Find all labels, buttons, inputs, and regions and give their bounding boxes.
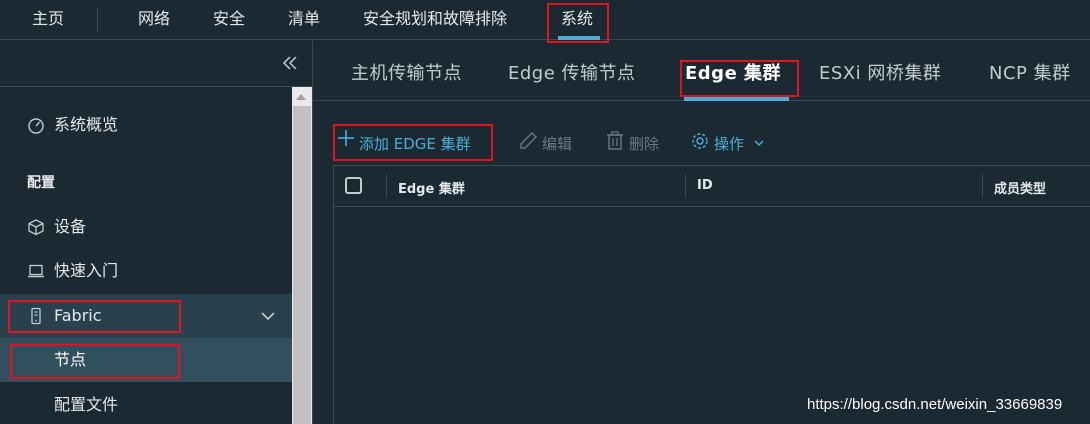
- tab-bar: 主机传输节点 Edge 传输节点 Edge 集群 ESXi 网桥集群 NCP 集…: [313, 41, 1090, 101]
- nav-system[interactable]: 系统: [561, 0, 593, 40]
- trash-icon: [607, 131, 623, 150]
- scroll-up-arrow-icon[interactable]: [296, 94, 306, 100]
- delete-button[interactable]: 删除: [605, 131, 659, 154]
- column-header-id[interactable]: ID: [697, 178, 713, 193]
- sidebar-collapse-bar: [0, 41, 312, 87]
- actions-dropdown[interactable]: 操作: [690, 133, 764, 154]
- add-edge-cluster-label: 添加 EDGE 集群: [359, 135, 471, 153]
- tab-edge-clusters[interactable]: Edge 集群: [685, 59, 781, 85]
- grid-body: [333, 207, 1090, 424]
- top-navigation: 主页 网络 安全 清单 安全规划和故障排除 系统: [0, 0, 1090, 40]
- grid-header: Edge 集群 ID 成员类型: [333, 165, 1090, 207]
- cube-icon: [28, 219, 44, 236]
- nav-security[interactable]: 安全: [213, 0, 245, 40]
- sidebar-item-appliances[interactable]: 设备: [0, 205, 292, 249]
- tab-ncp-clusters[interactable]: NCP 集群: [989, 59, 1071, 85]
- select-all-checkbox[interactable]: [345, 177, 362, 194]
- sidebar-scrollbar-thumb[interactable]: [293, 106, 311, 424]
- sidebar-item-label: 节点: [54, 350, 87, 369]
- tab-esxi-bridge-clusters[interactable]: ESXi 网桥集群: [819, 59, 941, 85]
- sidebar-item-quickstart[interactable]: 快速入门: [0, 249, 292, 293]
- column-divider: [685, 174, 686, 198]
- sidebar-item-label: 系统概览: [54, 115, 119, 134]
- sidebar-item-label: 快速入门: [54, 261, 119, 280]
- sidebar-item-label: 设备: [54, 217, 87, 236]
- laptop-icon: [28, 264, 44, 278]
- edit-button[interactable]: 编辑: [518, 132, 572, 154]
- column-divider: [982, 174, 983, 198]
- main-content: 主机传输节点 Edge 传输节点 Edge 集群 ESXi 网桥集群 NCP 集…: [312, 41, 1090, 424]
- column-header-member-type[interactable]: 成员类型: [994, 178, 1046, 197]
- phone-device-icon: [31, 307, 41, 325]
- sidebar-item-label: Fabric: [54, 306, 102, 325]
- watermark-text: https://blog.csdn.net/weixin_33669839: [807, 396, 1063, 413]
- nav-divider: [97, 9, 98, 31]
- sidebar-item-profiles[interactable]: 配置文件: [0, 383, 292, 424]
- nav-active-indicator: [558, 36, 600, 40]
- chevron-down-icon: [754, 140, 764, 147]
- toolbar: 添加 EDGE 集群 编辑 删除 操作: [313, 121, 1090, 163]
- add-edge-cluster-button[interactable]: 添加 EDGE 集群: [337, 130, 471, 154]
- sidebar-item-nodes[interactable]: 节点: [0, 338, 292, 382]
- tab-active-indicator: [684, 97, 789, 101]
- nav-inventory[interactable]: 清单: [288, 0, 320, 40]
- sidebar-item-fabric[interactable]: Fabric: [0, 294, 292, 338]
- tab-host-transport-nodes[interactable]: 主机传输节点: [351, 59, 462, 85]
- gear-icon: [692, 133, 708, 149]
- tab-edge-transport-nodes[interactable]: Edge 传输节点: [508, 59, 636, 85]
- sidebar-section-config: 配置: [27, 175, 55, 191]
- chevron-down-icon[interactable]: [260, 308, 276, 324]
- nav-networking[interactable]: 网络: [138, 0, 170, 40]
- sidebar-item-label: 配置文件: [54, 395, 119, 414]
- double-chevron-left-icon[interactable]: [280, 53, 300, 73]
- nav-plan-troubleshoot[interactable]: 安全规划和故障排除: [363, 0, 507, 40]
- plus-icon: [338, 130, 354, 146]
- pencil-icon: [520, 132, 537, 149]
- column-header-edge-cluster[interactable]: Edge 集群: [398, 178, 465, 197]
- column-divider: [386, 174, 387, 198]
- sidebar-item-overview[interactable]: 系统概览: [0, 103, 292, 147]
- sidebar: 系统概览 配置 设备 快速入门 Fabric 节点 配置文件: [0, 41, 312, 424]
- dashboard-gauge-icon: [28, 118, 44, 134]
- nav-home[interactable]: 主页: [32, 0, 64, 40]
